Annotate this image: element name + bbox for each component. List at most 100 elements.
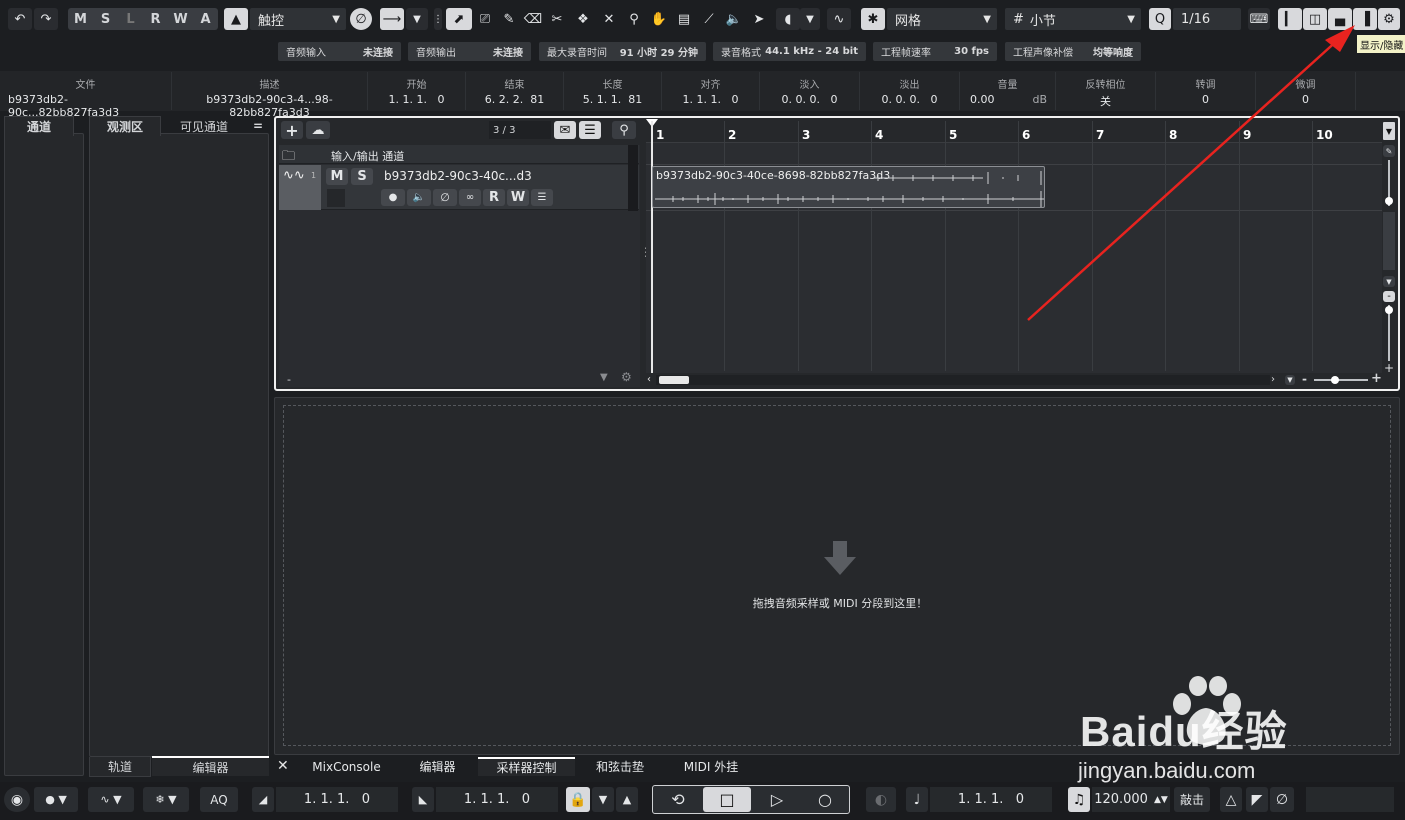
info-description[interactable]: 描述 b9373db2-90c3-4...98-82bb827fa3d3 (172, 72, 368, 119)
crossfade-icon[interactable]: ∿ (827, 8, 851, 30)
lock-icon[interactable]: 🔒 (566, 787, 590, 812)
add-track-from-template-icon[interactable]: ☁ (306, 121, 330, 139)
play-icon[interactable]: ▷ (754, 787, 800, 812)
punch-in-icon[interactable]: ▼ (592, 787, 614, 812)
info-start[interactable]: 开始 1. 1. 1. 0 (368, 72, 466, 110)
glue-tool-icon[interactable]: ❖ (572, 8, 594, 30)
ruler[interactable] (646, 121, 1382, 143)
zoom-out-horizontal-icon[interactable]: - (1302, 372, 1307, 386)
project-position[interactable]: 1. 1. 1. 0 (930, 787, 1052, 812)
edit-mode-icon[interactable]: ✎ (1383, 145, 1395, 157)
redo-button[interactable]: ↷ (34, 8, 58, 30)
listen-all-button[interactable]: L (118, 12, 143, 27)
tempo-track-icon[interactable]: ♫ (1068, 787, 1090, 812)
record-dropdown[interactable]: ● ▼ (34, 787, 78, 812)
horizontal-zoom-presets[interactable]: ▼ (1285, 375, 1295, 385)
automation-mode-icon[interactable]: ▲ (224, 8, 248, 30)
info-end[interactable]: 结束 6. 2. 2. 81 (466, 72, 564, 110)
tab-channel[interactable]: 通道 (4, 116, 74, 136)
record-mode-icon[interactable]: ◉ (4, 787, 30, 812)
add-track-button[interactable]: + (281, 121, 303, 140)
keyboard-icon[interactable]: ⌨ (1248, 8, 1270, 30)
sync-icon[interactable]: ◐ (866, 787, 896, 812)
scroll-down-icon[interactable]: ▼ (1383, 276, 1395, 287)
quantize-dropdown[interactable]: 1/16 (1173, 8, 1241, 30)
comp-tool-icon[interactable]: ▤ (673, 8, 695, 30)
record-icon[interactable]: ○ (803, 787, 847, 812)
tab-chord-pads[interactable]: 和弦击垫 (578, 757, 662, 776)
zoom-in-horizontal-icon[interactable]: + (1371, 371, 1382, 386)
metronome-icon[interactable]: △ (1220, 787, 1242, 812)
vertical-zoom-knob[interactable] (1385, 306, 1393, 314)
automation-mode-dropdown[interactable]: 触控 ▼ (250, 8, 346, 30)
info-fade-in[interactable]: 淡入 0. 0. 0. 0 (760, 72, 860, 110)
track-list-menu-icon[interactable]: ☰ (579, 121, 601, 139)
record-all-button[interactable]: R (143, 12, 168, 27)
tab-inspector[interactable]: 观测区 (89, 116, 161, 136)
time-format-icon[interactable]: ♩ (906, 787, 928, 812)
cycle-icon[interactable]: ⟲ (656, 787, 700, 812)
tab-left-editor[interactable]: 编辑器 (152, 756, 269, 776)
track-list-collapse-icon[interactable]: ▼ (600, 372, 608, 383)
track-list-scrollbar[interactable] (628, 145, 638, 211)
track-list-settings-icon[interactable]: ⚙ (621, 370, 632, 384)
punch-out-icon[interactable]: ▲ (616, 787, 638, 812)
quantize-icon[interactable]: Q (1149, 8, 1171, 30)
track-lane-toggle[interactable] (327, 189, 345, 207)
zoom-out-vertical-icon[interactable]: - (1383, 291, 1395, 302)
left-zone-menu[interactable]: = (249, 116, 267, 136)
object-select-tool-icon[interactable]: ⬈ (446, 8, 472, 30)
audio-event[interactable]: b9373db2-90c3-40ce-8698-82bb827fa3d3 (652, 166, 1045, 208)
info-length[interactable]: 长度 5. 1. 1. 81 (564, 72, 662, 110)
show-right-zone-icon[interactable]: ▐ (1353, 8, 1377, 30)
info-transpose[interactable]: 转调 0 (1156, 72, 1256, 110)
tab-mixconsole[interactable]: MixConsole (295, 757, 398, 776)
erase-tool-icon[interactable]: ⌫ (522, 8, 544, 30)
horizontal-scroll-left-icon[interactable]: ‹ (647, 374, 651, 385)
zoom-presets-dropdown[interactable]: ▼ (1383, 122, 1395, 140)
tab-tracks[interactable]: 轨道 (89, 757, 151, 777)
split-tool-icon[interactable]: ✂ (546, 8, 568, 30)
horizontal-scrollbar-thumb[interactable] (659, 376, 689, 384)
tab-midi-inserts[interactable]: MIDI 外挂 (666, 757, 756, 776)
info-file[interactable]: 文件 b9373db2-90c...82bb827fa3d3 (0, 72, 172, 119)
stop-icon[interactable]: □ (703, 787, 751, 812)
snap-mode-icon[interactable]: ◖ (776, 8, 800, 30)
tempo-stepper-icon[interactable]: ▲▼ (1154, 795, 1168, 805)
edit-channel-icon[interactable]: ∅ (433, 189, 457, 206)
mute-all-button[interactable]: M (68, 12, 93, 27)
tab-sampler-control[interactable]: 采样器控制 (478, 757, 575, 776)
mute-tool-icon[interactable]: ✕ (598, 8, 620, 30)
click-settings-icon[interactable]: ∅ (1270, 787, 1294, 812)
undo-button[interactable]: ↶ (8, 8, 32, 30)
info-fade-out[interactable]: 淡出 0. 0. 0. 0 (860, 72, 960, 110)
track-mute-button[interactable]: M (326, 168, 348, 185)
tempo-value[interactable]: 120.000 ▲▼ (1092, 787, 1170, 812)
snap-toggle-icon[interactable]: ✱ (861, 8, 885, 30)
draw-tool-icon[interactable]: ✎ (498, 8, 520, 30)
midi-activity-dropdown[interactable]: ❄ ▼ (143, 787, 189, 812)
autoscroll-dropdown[interactable]: ▼ (406, 8, 428, 30)
horizontal-scrollbar[interactable] (656, 375, 1270, 385)
settings-gear-icon[interactable]: ⚙ (1378, 8, 1400, 30)
audio-performance-dropdown[interactable]: ∿ ▼ (88, 787, 134, 812)
info-snap[interactable]: 对齐 1. 1. 1. 0 (662, 72, 760, 110)
write-automation-button[interactable]: W (507, 189, 529, 206)
snap-type-dropdown[interactable]: 网格 ▼ (887, 8, 997, 30)
vertical-scrollbar[interactable] (1383, 212, 1395, 270)
horizontal-zoom-knob[interactable] (1331, 376, 1339, 384)
autoscroll-icon[interactable]: ⟶ (380, 8, 404, 30)
line-tool-icon[interactable]: ⟋ (698, 8, 720, 30)
play-tool-icon[interactable]: 🔈 (723, 8, 745, 30)
horizontal-scroll-right-icon[interactable]: › (1271, 374, 1275, 385)
track-height-slider-knob[interactable] (1385, 197, 1393, 205)
read-automation-button[interactable]: R (483, 189, 505, 206)
track-solo-button[interactable]: S (351, 168, 373, 185)
zoom-in-vertical-icon[interactable]: + (1383, 361, 1395, 375)
horizontal-zoom-slider[interactable] (1314, 379, 1368, 381)
zoom-tool-icon[interactable]: ⚲ (623, 8, 645, 30)
info-volume[interactable]: 音量 0.00 dB (960, 72, 1056, 110)
record-enable-icon[interactable]: ● (381, 189, 405, 206)
grid-type-dropdown[interactable]: # 小节 ▼ (1005, 8, 1141, 30)
hand-tool-icon[interactable]: ✋ (648, 8, 670, 30)
